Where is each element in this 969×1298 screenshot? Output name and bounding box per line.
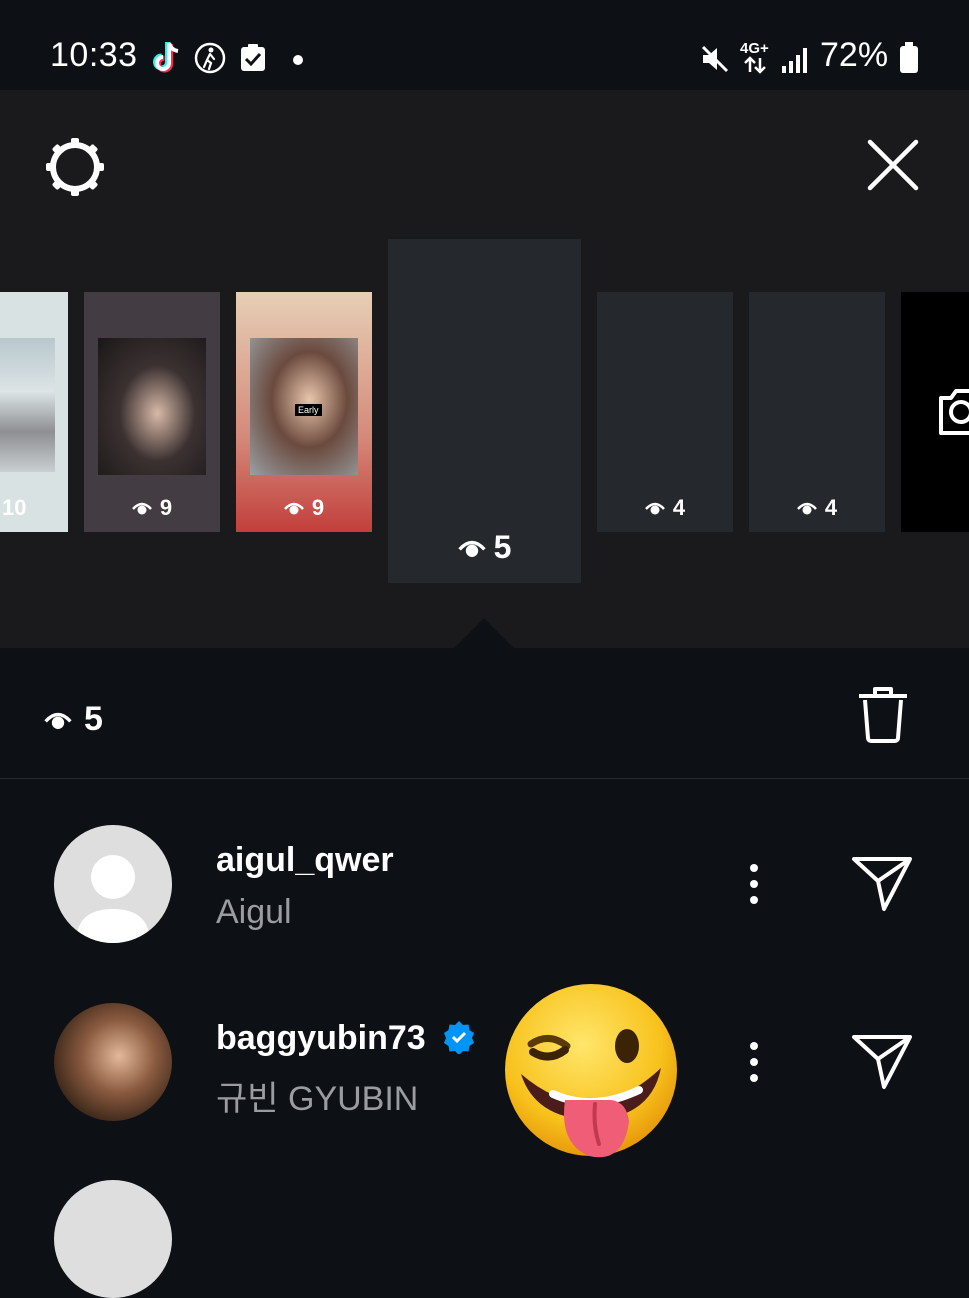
close-icon[interactable]	[866, 138, 920, 197]
view-count: 9	[236, 495, 372, 521]
avatar[interactable]	[54, 825, 172, 943]
viewer-count: 5	[44, 700, 103, 739]
eye-icon	[44, 712, 72, 729]
send-icon[interactable]	[850, 1032, 914, 1095]
winking-tongue-emoji-icon	[503, 982, 683, 1169]
tiktok-icon	[150, 40, 184, 81]
view-count: 5	[388, 529, 581, 566]
viewer-row[interactable]: aigul_qwer Aigul	[0, 800, 969, 970]
mute-icon	[700, 44, 730, 79]
view-count: 4	[749, 495, 885, 521]
story-thumbnail[interactable]: 10	[0, 292, 68, 532]
story-thumbnail[interactable]: 4	[597, 292, 733, 532]
signal-icon	[780, 46, 810, 79]
story-photo	[0, 338, 55, 472]
story-thumbnail[interactable]: 4	[749, 292, 885, 532]
avatar[interactable]	[54, 1180, 172, 1298]
view-count-value: 10	[2, 495, 27, 520]
gear-icon[interactable]	[44, 136, 106, 203]
status-bar: 10:33 4G+ 72%	[0, 0, 969, 90]
story-photo	[98, 338, 206, 475]
story-thumbnail-selected[interactable]: 5	[388, 239, 581, 583]
story-thumbnail[interactable]: Early 9	[236, 292, 372, 532]
more-options-icon[interactable]	[740, 860, 768, 915]
eye-icon	[644, 502, 665, 515]
walking-icon	[194, 42, 226, 79]
view-count-value: 9	[311, 495, 325, 520]
eye-icon	[283, 502, 304, 515]
view-count: 4	[597, 495, 733, 521]
clock: 10:33	[50, 36, 138, 74]
viewer-fullname: Aigul	[216, 893, 292, 931]
selected-pointer	[452, 618, 516, 650]
view-count-value: 9	[159, 495, 173, 520]
more-options-icon[interactable]	[740, 1038, 768, 1093]
add-story-tile[interactable]	[901, 292, 969, 532]
view-count-value: 4	[824, 495, 838, 520]
eye-icon	[457, 540, 486, 557]
viewer-username[interactable]: baggyubin73	[216, 1019, 426, 1058]
battery-percent: 72%	[820, 36, 889, 74]
view-count-value: 4	[672, 495, 686, 520]
viewer-username[interactable]: aigul_qwer	[216, 841, 394, 880]
view-count: 10	[0, 495, 68, 521]
viewer-fullname: 규빈 GYUBIN	[216, 1080, 419, 1118]
checkbox-icon	[240, 44, 266, 77]
eye-icon	[131, 502, 152, 515]
avatar[interactable]	[54, 1003, 172, 1121]
send-icon[interactable]	[850, 854, 914, 917]
dot-icon	[292, 53, 304, 71]
story-sticker: Early	[295, 404, 322, 416]
viewer-count-value: 5	[84, 700, 103, 738]
view-count-value: 5	[493, 529, 512, 565]
viewer-row[interactable]: baggyubin73 규빈 GYUBIN	[0, 978, 969, 1148]
default-avatar-icon	[76, 855, 150, 943]
view-count: 9	[84, 495, 220, 521]
viewers-header: 5	[0, 650, 969, 779]
eye-icon	[796, 502, 817, 515]
camera-icon	[937, 384, 969, 441]
verified-badge-icon	[442, 1020, 476, 1059]
story-thumbnail[interactable]: 9	[84, 292, 220, 532]
trash-icon[interactable]	[855, 684, 911, 749]
battery-icon	[899, 42, 919, 79]
